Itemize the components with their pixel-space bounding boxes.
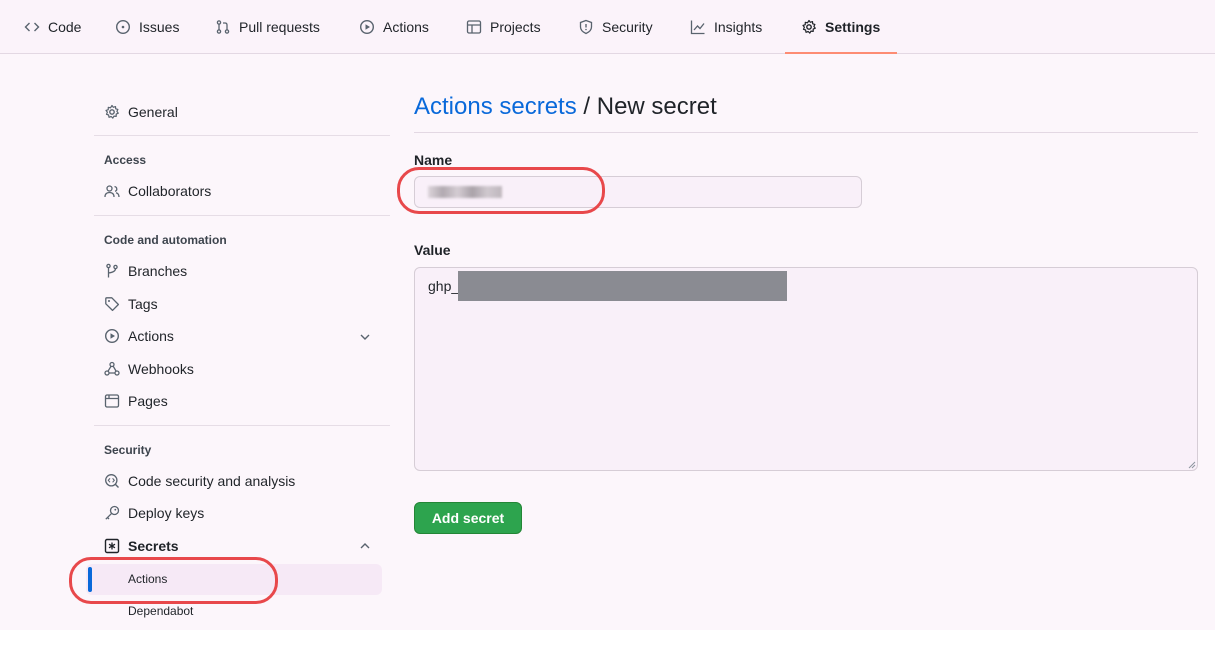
value-label: Value	[414, 242, 451, 258]
sidebar-item-label: Pages	[128, 393, 168, 409]
sidebar-item-label: Collaborators	[128, 183, 212, 199]
sidebar-item-branches[interactable]: Branches	[104, 256, 187, 286]
tab-projects-label: Projects	[490, 19, 541, 35]
tab-actions[interactable]: Actions	[359, 0, 429, 54]
sidebar-item-webhooks[interactable]: Webhooks	[104, 354, 194, 384]
tab-settings[interactable]: Settings	[801, 0, 880, 54]
active-tab-underline	[785, 52, 897, 54]
page-title-text: New secret	[596, 93, 717, 120]
repo-nav: Code Issues Pull requests Actions Projec…	[0, 0, 1215, 54]
breadcrumb-separator: /	[576, 93, 597, 120]
sidebar-item-label: Code security and analysis	[128, 473, 296, 489]
tab-insights-label: Insights	[714, 19, 763, 35]
redacted-token-value	[458, 271, 787, 301]
sidebar-item-label: Actions	[128, 328, 174, 344]
highlight-ring-name-field	[397, 167, 605, 214]
resize-handle-icon[interactable]	[1186, 459, 1196, 469]
code-icon	[24, 22, 40, 32]
issue-opened-icon	[115, 19, 131, 35]
play-icon	[359, 19, 375, 35]
page-title: Actions secrets / New secret	[414, 93, 717, 121]
name-label: Name	[414, 152, 453, 168]
table-icon	[466, 20, 482, 34]
people-icon	[104, 185, 120, 198]
secret-value-prefix: ghp_	[428, 278, 460, 294]
title-divider	[414, 132, 1198, 133]
sidebar-item-general[interactable]: General	[104, 97, 178, 127]
sidebar-divider	[94, 425, 390, 426]
browser-icon	[104, 394, 120, 408]
sidebar-item-pages[interactable]: Pages	[104, 386, 168, 416]
key-asterisk-icon	[104, 538, 120, 554]
highlight-ring-actions-subitem	[69, 557, 278, 604]
gear-icon	[105, 104, 119, 119]
tab-code-label: Code	[48, 19, 82, 35]
git-pull-request-icon	[216, 20, 230, 34]
sidebar-item-code-security[interactable]: Code security and analysis	[104, 466, 295, 496]
git-branch-icon	[106, 263, 118, 278]
sidebar-item-label: Deploy keys	[128, 505, 205, 521]
chevron-down-icon[interactable]	[358, 330, 372, 344]
sidebar-heading-code-automation: Code and automation	[104, 233, 227, 247]
sidebar-heading-security: Security	[104, 443, 152, 457]
sidebar-item-label: Secrets	[128, 538, 179, 554]
tag-icon	[105, 297, 120, 312]
sidebar-item-actions[interactable]: Actions	[104, 321, 174, 351]
tab-code[interactable]: Code	[24, 0, 81, 54]
sidebar-item-collaborators[interactable]: Collaborators	[104, 176, 211, 206]
webhook-icon	[104, 361, 120, 376]
shield-icon	[579, 19, 593, 35]
tab-settings-label: Settings	[825, 19, 881, 35]
key-icon	[105, 505, 120, 520]
sidebar-item-tags[interactable]: Tags	[104, 289, 158, 319]
sidebar-item-label: Tags	[128, 296, 158, 312]
tab-pull-requests[interactable]: Pull requests	[215, 0, 320, 54]
breadcrumb-actions-secrets-link[interactable]: Actions secrets	[414, 93, 577, 120]
sidebar-item-deploy-keys[interactable]: Deploy keys	[104, 498, 204, 528]
tab-issues-label: Issues	[139, 19, 180, 35]
sidebar-heading-access: Access	[104, 153, 147, 167]
sidebar-item-label: General	[128, 104, 178, 120]
add-secret-button[interactable]: Add secret	[414, 502, 522, 534]
tab-issues[interactable]: Issues	[115, 0, 179, 54]
sidebar-item-label: Branches	[128, 263, 188, 279]
tab-security-label: Security	[602, 19, 653, 35]
sidebar-subitem-dependabot-secrets[interactable]: Dependabot	[128, 604, 193, 618]
tab-security[interactable]: Security	[578, 0, 653, 54]
tab-pull-requests-label: Pull requests	[239, 19, 320, 35]
gear-icon	[802, 19, 816, 34]
play-icon	[104, 328, 120, 344]
graph-icon	[690, 20, 705, 35]
tab-projects[interactable]: Projects	[466, 0, 541, 54]
sidebar-item-label: Webhooks	[128, 361, 194, 377]
sidebar-divider	[94, 135, 390, 136]
codescan-icon	[105, 474, 119, 488]
sidebar-divider	[94, 215, 390, 216]
tab-insights[interactable]: Insights	[690, 0, 762, 54]
tab-actions-label: Actions	[383, 19, 429, 35]
chevron-up-icon[interactable]	[358, 539, 372, 553]
